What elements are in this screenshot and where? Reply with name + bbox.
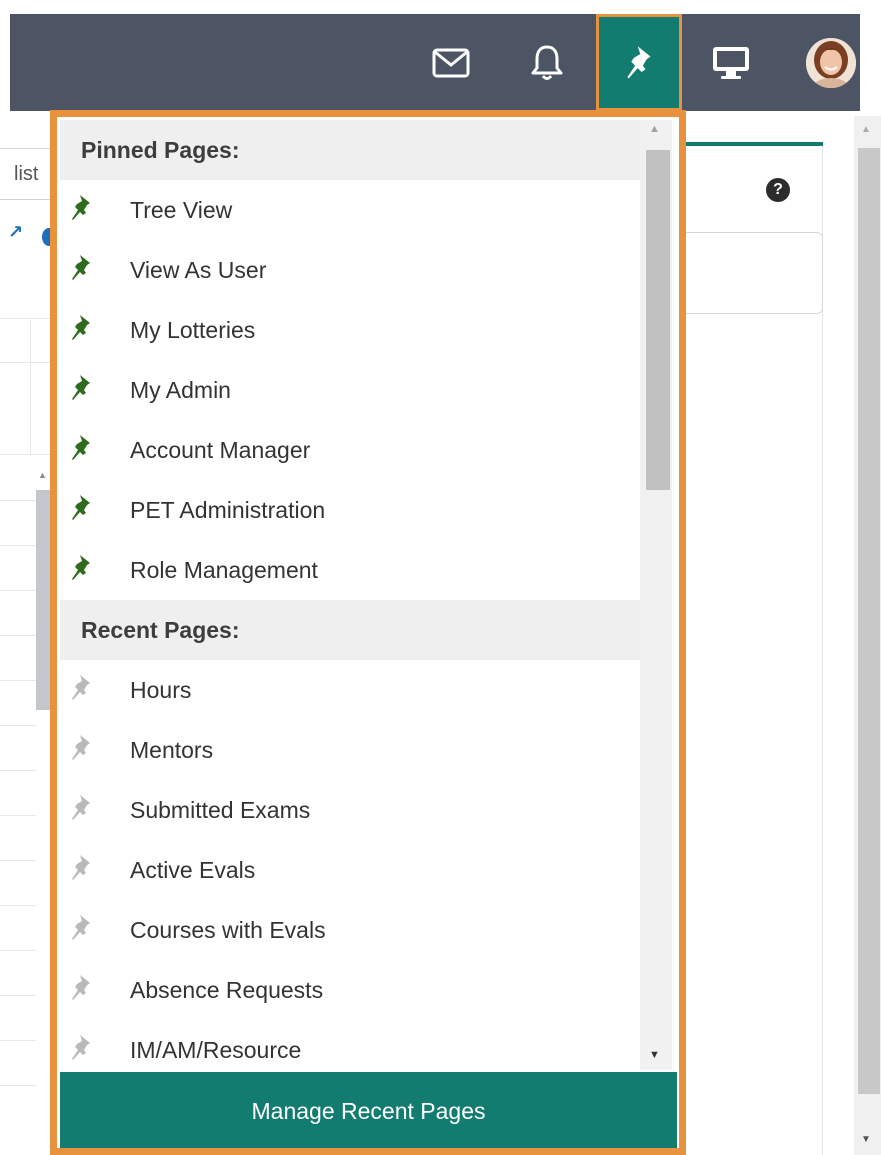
table-divider: [0, 318, 52, 319]
list-item-label: IM/AM/Resource: [130, 1036, 302, 1063]
pinned-item-tree-view[interactable]: Tree View: [60, 180, 640, 240]
table-row-divider: [0, 680, 36, 681]
pushpin-icon[interactable]: [70, 194, 92, 222]
pinned-item-role-management[interactable]: Role Management: [60, 540, 640, 600]
list-item-label: Account Manager: [130, 436, 311, 463]
notifications-button[interactable]: [516, 14, 578, 111]
pushpin-icon[interactable]: [70, 674, 92, 702]
pushpin-icon[interactable]: [70, 974, 92, 1002]
background-scrollbar-thumb[interactable]: [36, 490, 50, 710]
recent-item-im-am-resource[interactable]: IM/AM/Resource: [60, 1020, 640, 1070]
table-divider: [0, 362, 52, 363]
recent-item-hours[interactable]: Hours: [60, 660, 640, 720]
table-row-divider: [0, 545, 36, 546]
table-row-divider: [0, 590, 36, 591]
pushpin-icon[interactable]: [70, 494, 92, 522]
list-item-label: Active Evals: [130, 856, 256, 883]
list-item-label: Mentors: [130, 736, 214, 763]
table-row-divider: [0, 950, 36, 951]
pinned-item-my-admin[interactable]: My Admin: [60, 360, 640, 420]
pushpin-icon[interactable]: [70, 794, 92, 822]
user-avatar: [806, 37, 856, 88]
mail-icon: [432, 48, 470, 77]
pinned-item-pet-administration[interactable]: PET Administration: [60, 480, 640, 540]
table-row-divider: [0, 1085, 36, 1086]
help-icon[interactable]: ?: [766, 178, 790, 202]
list-item-label: PET Administration: [130, 496, 326, 523]
pushpin-icon[interactable]: [70, 314, 92, 342]
table-row-divider: [0, 725, 36, 726]
list-item-label: Courses with Evals: [130, 916, 326, 943]
pushpin-icon[interactable]: [70, 734, 92, 762]
list-item-label: Role Management: [130, 556, 318, 583]
pushpin-icon[interactable]: [70, 914, 92, 942]
pinned-pages-header: Pinned Pages:: [60, 120, 640, 180]
list-item-label: My Lotteries: [130, 316, 256, 343]
pinned-pages-dropdown: Pinned Pages: Tree View View As User My …: [50, 110, 686, 1155]
list-item-label: Tree View: [130, 196, 233, 223]
bell-icon: [531, 45, 563, 80]
scroll-up-icon[interactable]: ▲: [649, 123, 660, 135]
page-scroll-up-icon[interactable]: ▲: [861, 124, 871, 135]
recent-item-absence-requests[interactable]: Absence Requests: [60, 960, 640, 1020]
background-search-text: list: [14, 163, 39, 185]
list-item-label: Submitted Exams: [130, 796, 311, 823]
manage-recent-pages-button[interactable]: Manage Recent Pages: [60, 1072, 677, 1148]
recent-item-submitted-exams[interactable]: Submitted Exams: [60, 780, 640, 840]
pushpin-icon[interactable]: [70, 854, 92, 882]
recent-item-courses-with-evals[interactable]: Courses with Evals: [60, 900, 640, 960]
list-item-label: My Admin: [130, 376, 231, 403]
table-row-divider: [0, 860, 36, 861]
background-scroll-up-icon[interactable]: ▲: [38, 470, 47, 480]
pushpin-icon[interactable]: [70, 1034, 92, 1062]
table-row-divider: [0, 500, 36, 501]
table-column-divider: [30, 320, 31, 455]
table-row-divider: [0, 815, 36, 816]
pages-list: Pinned Pages: Tree View View As User My …: [60, 120, 640, 1070]
panel-accent-bar: [680, 142, 823, 146]
background-search-box[interactable]: list: [0, 148, 52, 200]
table-row-divider: [0, 770, 36, 771]
pinned-pages-button[interactable]: [596, 14, 682, 111]
pinned-item-view-as-user[interactable]: View As User: [60, 240, 640, 300]
table-row-divider: [0, 905, 36, 906]
list-item-label: Hours: [130, 676, 192, 703]
user-menu-button[interactable]: [800, 14, 862, 111]
app-root: list ↗ ▲ ? ▲ ▼ Pinned Pages: Tree View V…: [0, 0, 881, 1155]
display-mode-button[interactable]: [700, 14, 762, 111]
pinned-item-account-manager[interactable]: Account Manager: [60, 420, 640, 480]
table-divider: [0, 454, 52, 455]
page-scrollbar-thumb[interactable]: [858, 148, 880, 1094]
pushpin-icon[interactable]: [70, 254, 92, 282]
monitor-icon: [713, 46, 749, 79]
pushpin-icon[interactable]: [70, 434, 92, 462]
pushpin-icon: [627, 45, 651, 78]
pushpin-icon[interactable]: [70, 374, 92, 402]
recent-item-mentors[interactable]: Mentors: [60, 720, 640, 780]
scroll-down-icon[interactable]: ▼: [649, 1049, 660, 1061]
list-item-label: View As User: [130, 256, 267, 283]
list-item-label: Absence Requests: [130, 976, 324, 1003]
pinned-item-my-lotteries[interactable]: My Lotteries: [60, 300, 640, 360]
table-row-divider: [0, 995, 36, 996]
table-row-divider: [0, 635, 36, 636]
dropdown-scrollbar-thumb[interactable]: [646, 150, 670, 490]
external-link-icon[interactable]: ↗: [8, 222, 23, 243]
background-field-box: [680, 232, 823, 314]
recent-item-active-evals[interactable]: Active Evals: [60, 840, 640, 900]
page-scroll-down-icon[interactable]: ▼: [861, 1134, 871, 1145]
messages-button[interactable]: [420, 14, 482, 111]
pushpin-icon[interactable]: [70, 554, 92, 582]
recent-pages-header: Recent Pages:: [60, 600, 640, 660]
table-row-divider: [0, 1040, 36, 1041]
